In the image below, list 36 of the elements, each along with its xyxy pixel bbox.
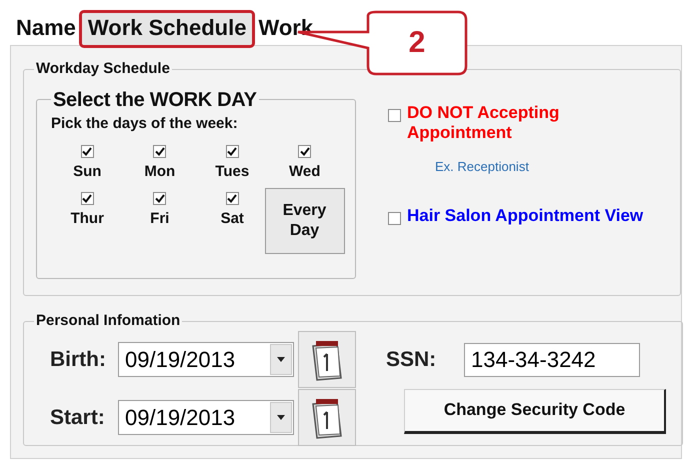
callout-number: 2 — [408, 25, 426, 61]
calendar-button[interactable] — [298, 389, 356, 446]
tab[interactable]: Name — [14, 13, 78, 45]
date-dropdown[interactable]: 09/19/2013 — [118, 400, 294, 435]
checkbox[interactable] — [80, 192, 94, 204]
option-label: DO NOT Accepting Appointment — [407, 102, 560, 142]
group-title: Select the WORK DAY — [52, 88, 258, 110]
calendar-button[interactable] — [298, 331, 356, 388]
checkbox[interactable] — [153, 192, 166, 204]
date-label: Birth: — [49, 346, 107, 373]
date-dropdown[interactable]: 09/19/2013 — [118, 342, 294, 377]
checkbox[interactable] — [80, 145, 94, 158]
change-security-code-button[interactable]: Change Security Code — [404, 388, 666, 434]
day-label: Sun — [73, 162, 102, 182]
hint-text: Ex. Receptionist — [435, 158, 530, 176]
checkbox[interactable] — [388, 108, 401, 122]
checkbox[interactable] — [153, 145, 166, 158]
every-day-button[interactable]: Every Day — [264, 188, 344, 254]
ssn-field[interactable]: 134-34-3242 — [464, 342, 640, 376]
day-label: Wed — [289, 162, 320, 182]
day-label: Mon — [144, 162, 176, 182]
group-title: Workday Schedule — [35, 59, 171, 79]
tab[interactable]: Work Schedule — [82, 13, 252, 45]
group-title: Personal Infomation — [35, 311, 182, 331]
checkbox[interactable] — [226, 192, 239, 204]
option-label: Hair Salon Appointment View — [407, 206, 644, 226]
checkbox[interactable] — [388, 212, 401, 225]
day-label: Fri — [150, 208, 170, 228]
day-label: Tues — [215, 162, 250, 182]
day-label: Sat — [220, 208, 244, 228]
prompt-text: Pick the days of the week: — [51, 114, 239, 134]
checkbox[interactable] — [298, 145, 312, 158]
checkbox[interactable] — [226, 145, 239, 158]
ssn-label: SSN: — [386, 346, 438, 373]
date-label: Start: — [49, 404, 106, 431]
day-label: Thur — [70, 208, 104, 228]
